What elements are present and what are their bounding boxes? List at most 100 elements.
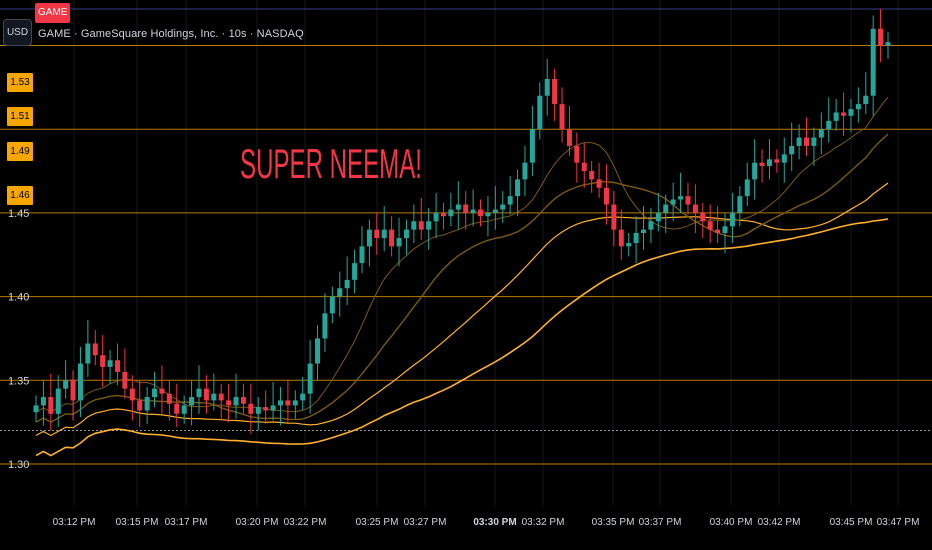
candle-up (722, 226, 728, 233)
candle-up (455, 204, 461, 210)
candle-up (315, 338, 321, 364)
candle-down (418, 221, 424, 230)
candle-down (618, 229, 624, 247)
candle-up (40, 397, 46, 406)
candles (33, 8, 891, 434)
chart-grid (73, 0, 899, 505)
candle-up (863, 95, 869, 105)
candle-down (166, 393, 172, 404)
candle-up (233, 397, 239, 406)
x-tick-label: 03:45 PM (830, 517, 873, 528)
candle-up (55, 388, 61, 414)
ma-line-fast (35, 133, 889, 424)
candle-up (670, 199, 676, 205)
candle-up (300, 393, 306, 401)
candle-up (211, 393, 217, 401)
price-tag: 1.46 (7, 186, 33, 205)
candle-down (129, 388, 135, 401)
candle-down (611, 204, 617, 230)
candle-up (411, 221, 417, 230)
candle-up (152, 388, 158, 398)
candle-up (63, 380, 69, 389)
candle-up (181, 405, 187, 414)
candle-up (322, 313, 328, 339)
candle-up (626, 243, 632, 247)
candle-up (766, 159, 772, 167)
candle-down (137, 400, 143, 411)
candle-up (196, 388, 202, 398)
candle-up (789, 145, 795, 155)
candle-down (92, 343, 98, 356)
candle-up (781, 154, 787, 163)
candle-down (263, 407, 269, 411)
candle-down (122, 371, 128, 389)
candle-up (426, 221, 432, 230)
candle-up (337, 288, 343, 297)
candle-up (663, 204, 669, 213)
candle-down (596, 179, 602, 188)
candle-up (366, 229, 372, 247)
x-tick-label: 03:12 PM (53, 517, 96, 528)
candle-down (463, 204, 469, 213)
candle-down (478, 209, 484, 217)
x-tick-label: 03:35 PM (592, 517, 635, 528)
x-tick-label: 03:40 PM (710, 517, 753, 528)
x-tick-label: 03:30 PM (473, 517, 516, 528)
x-tick-label: 03:17 PM (165, 517, 208, 528)
candle-up (403, 229, 409, 239)
candle-up (648, 221, 654, 230)
candle-up (529, 129, 535, 163)
chart-annotation: SUPER NEEMA! (240, 140, 422, 187)
candle-up (359, 246, 365, 264)
candle-up (522, 162, 528, 180)
candle-up (641, 229, 647, 233)
x-axis: 03:12 PM 03:15 PM 03:17 PM 03:20 PM 03:22 PM… (53, 517, 920, 528)
candle-up (396, 238, 402, 247)
candle-up (470, 209, 476, 213)
candle-down (226, 400, 232, 406)
candle-down (715, 229, 721, 233)
candle-up (826, 120, 832, 130)
candle-up (292, 400, 298, 406)
price-chart[interactable]: 1.30 1.35 1.40 1.45 03:12 PM 03:15 PM 03:17 P… (0, 0, 932, 550)
candle-down (70, 380, 76, 401)
candle-down (692, 204, 698, 213)
x-tick-label: 03:37 PM (639, 517, 682, 528)
y-tick-label: 1.35 (8, 375, 29, 387)
candle-down (440, 212, 446, 217)
candle-down (759, 162, 765, 167)
candle-up (500, 204, 506, 210)
candle-up (833, 112, 839, 121)
candle-up (307, 363, 313, 394)
candle-up (144, 397, 150, 411)
candle-up (270, 405, 276, 411)
candle-up (544, 78, 550, 96)
candle-up (448, 209, 454, 217)
moving-averages (35, 96, 889, 457)
candle-down (203, 388, 209, 401)
candle-up (277, 400, 283, 406)
y-tick-label: 1.40 (8, 292, 29, 304)
candle-up (85, 343, 91, 364)
currency-button[interactable]: USD (3, 19, 32, 46)
candle-down (700, 212, 706, 222)
price-tag: 1.53 (7, 73, 33, 92)
candle-down (100, 355, 106, 367)
candle-down (566, 129, 572, 146)
candle-down (603, 187, 609, 205)
price-tag: 1.51 (7, 107, 33, 126)
candle-down (559, 104, 565, 130)
candle-up (848, 109, 854, 116)
x-tick-label: 03:22 PM (284, 517, 327, 528)
candle-up (818, 129, 824, 138)
candle-up (189, 397, 195, 406)
candle-down (841, 112, 847, 116)
candle-up (855, 104, 861, 110)
candle-up (633, 232, 639, 244)
x-tick-label: 03:27 PM (404, 517, 447, 528)
candle-up (811, 137, 817, 146)
candle-down (248, 403, 254, 414)
candle-up (485, 212, 491, 217)
candle-down (174, 403, 180, 414)
x-tick-label: 03:20 PM (236, 517, 279, 528)
